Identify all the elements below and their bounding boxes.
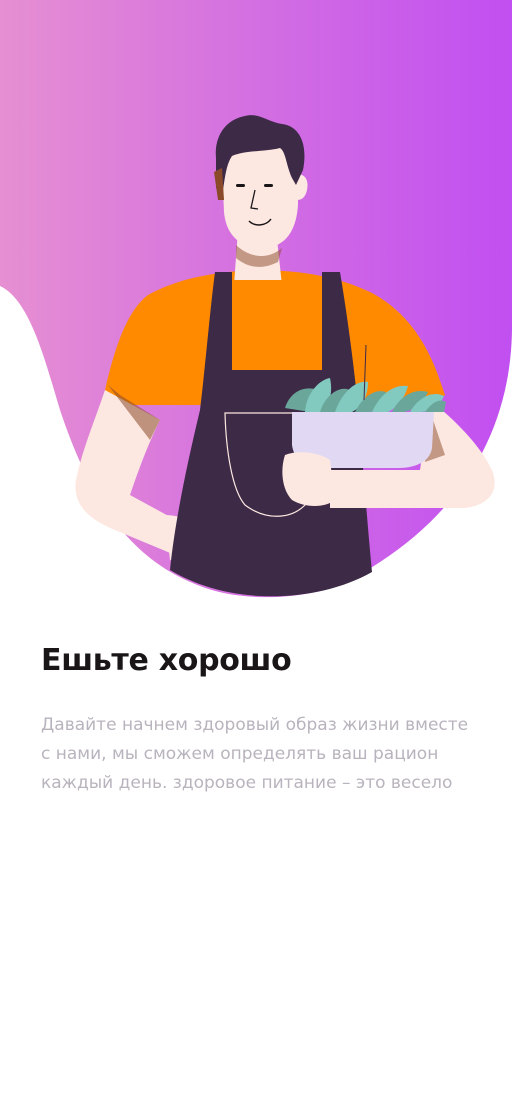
hero-illustration <box>0 0 512 600</box>
page-title: Ешьте хорошо <box>41 643 292 678</box>
page-description: Давайте начнем здоровый образ жизни вмес… <box>41 715 469 793</box>
right-eye <box>264 184 273 187</box>
chef-holding-salad-bowl-icon <box>0 0 512 598</box>
right-hand-shape <box>282 452 335 506</box>
left-eye <box>236 184 245 187</box>
